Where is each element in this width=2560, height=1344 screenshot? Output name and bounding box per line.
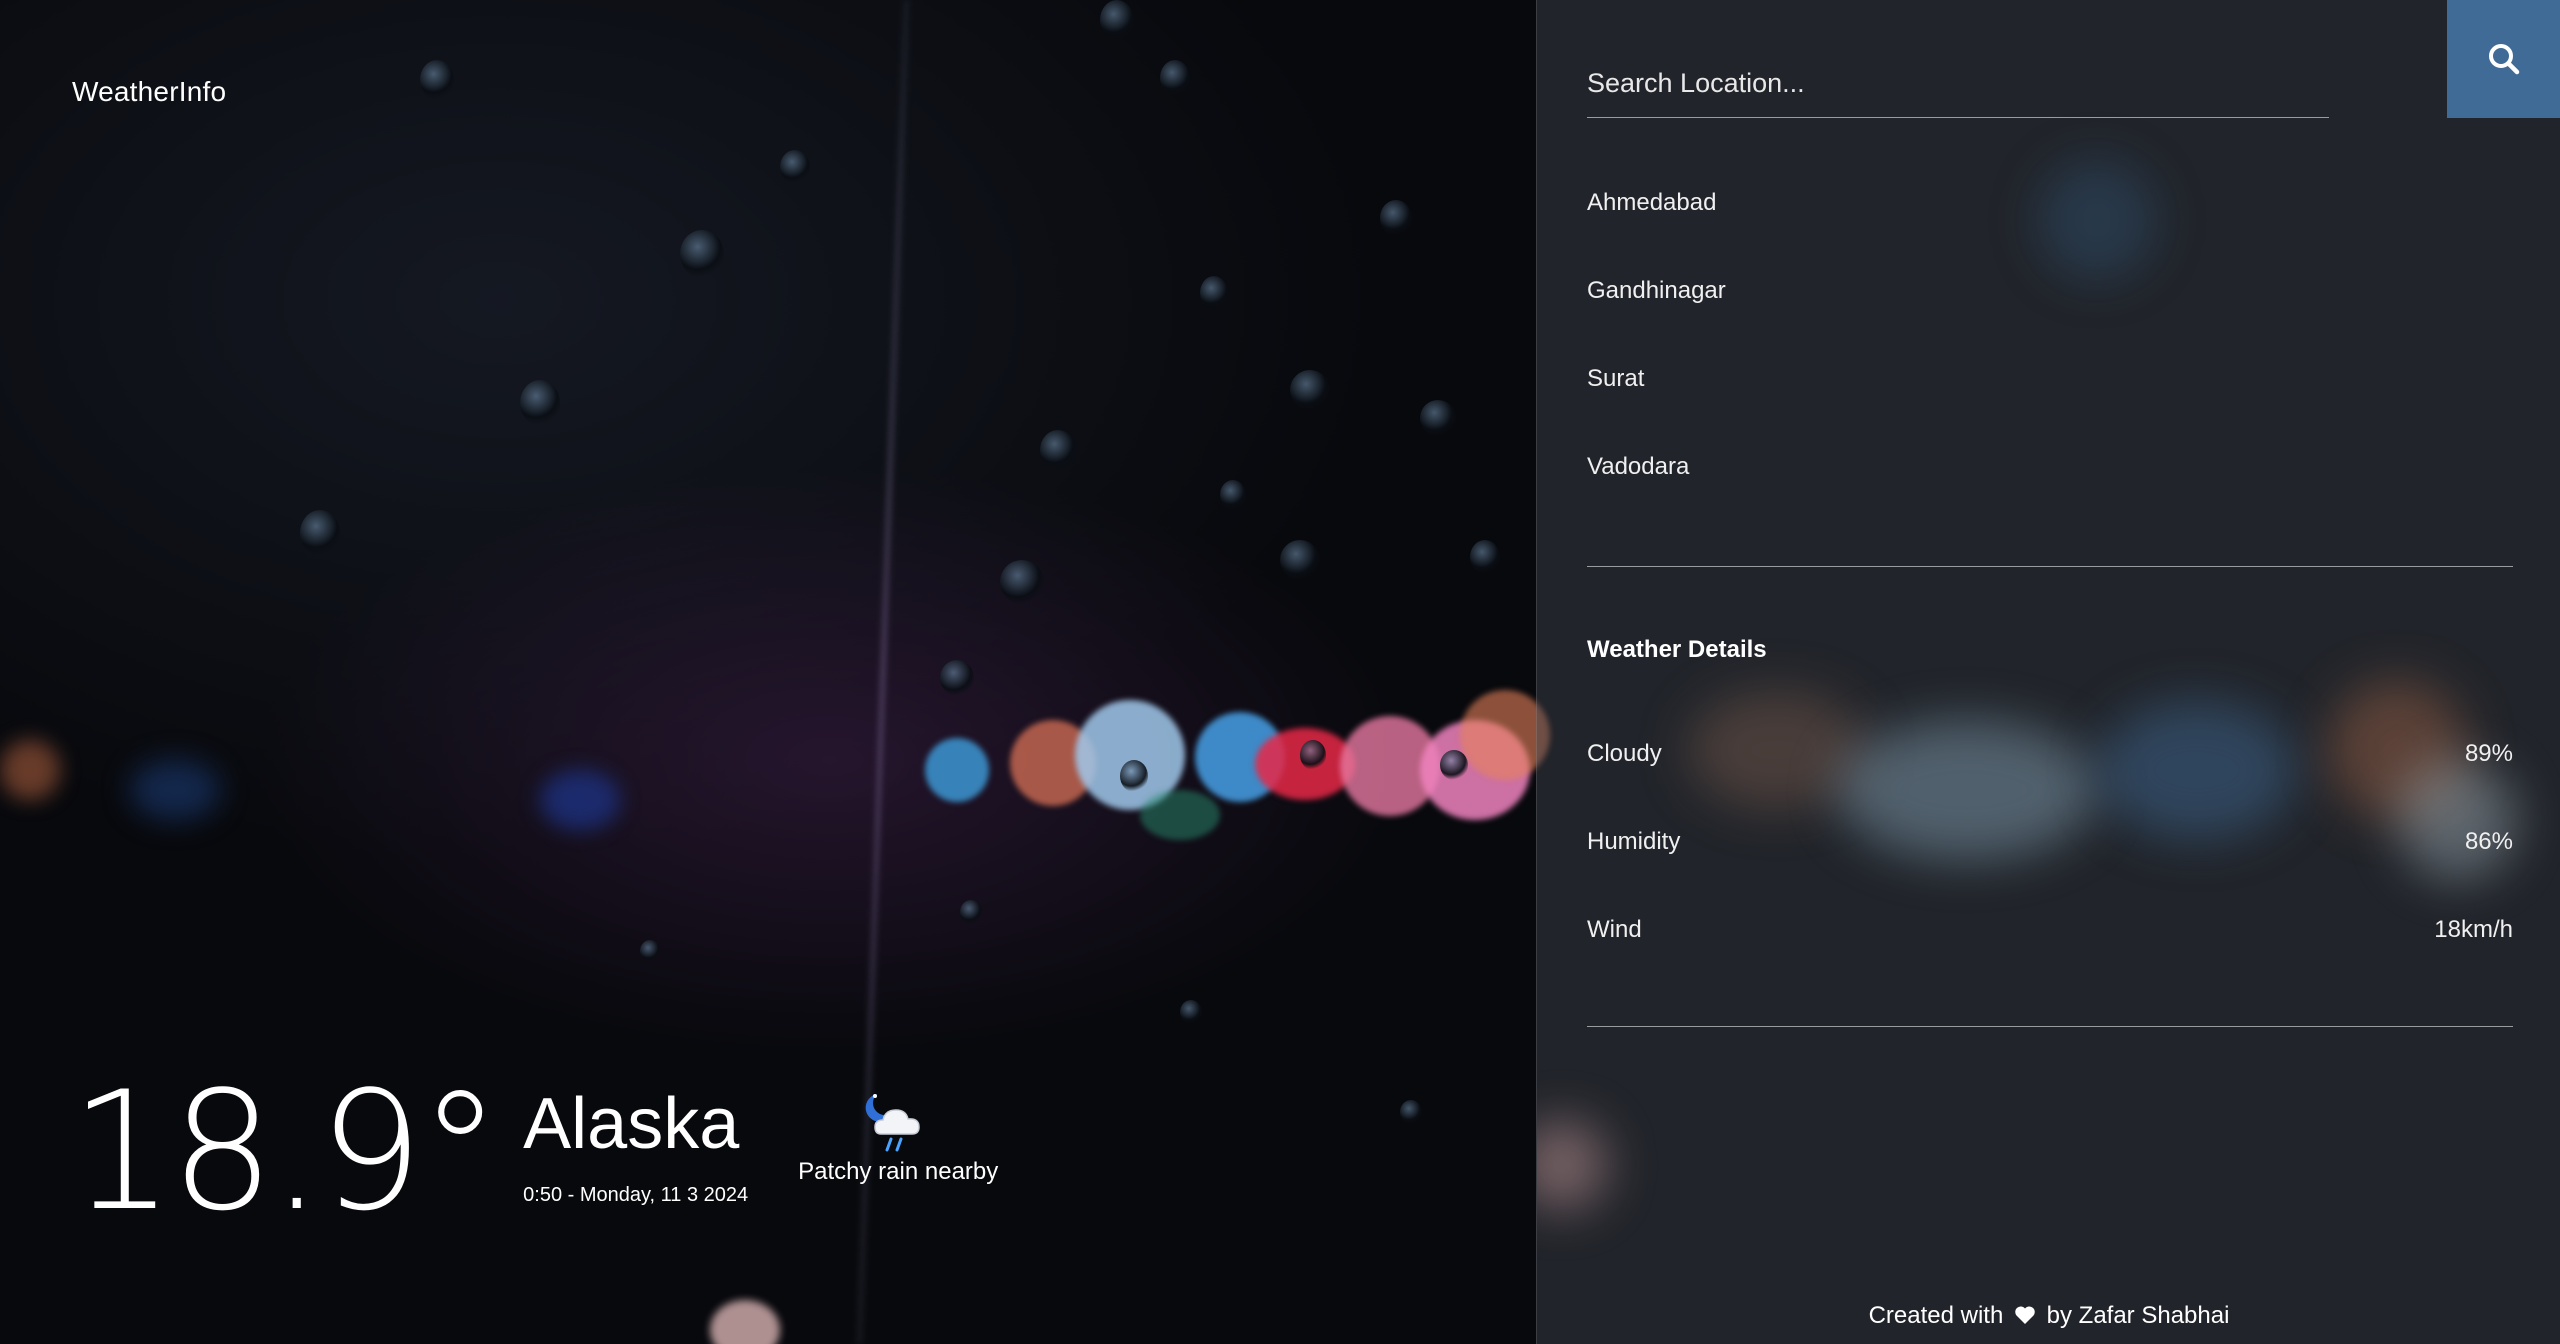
detail-row-humidity: Humidity 86% (1587, 828, 2513, 856)
raindrop (1120, 760, 1148, 792)
brand-logo[interactable]: WeatherInfo (72, 76, 226, 108)
condition-text: Patchy rain nearby (798, 1158, 999, 1185)
detail-value: 89% (2464, 740, 2513, 767)
location-name: Alaska (523, 1084, 740, 1164)
raindrop (780, 150, 810, 184)
raindrop (1200, 276, 1228, 310)
datetime: 0:50 - Monday, 11 3 2024 (523, 1184, 749, 1206)
raindrop (1300, 740, 1326, 770)
footer-credit: Created with by Zafar Shabhai (1537, 1302, 2560, 1330)
search-button[interactable] (2447, 0, 2560, 118)
panel-bokeh (1537, 1120, 1607, 1210)
detail-row-cloudy: Cloudy 89% (1587, 740, 2513, 768)
raindrop (1180, 1000, 1202, 1024)
side-panel: Ahmedabad Gandhinagar Surat Vadodara Wea… (1536, 0, 2560, 1344)
bokeh-light (540, 770, 620, 830)
bokeh-light (710, 1300, 780, 1344)
raindrop (960, 900, 982, 924)
raindrop (1470, 540, 1500, 574)
raindrop (1040, 430, 1076, 470)
bokeh-light (130, 760, 220, 820)
raindrop (1400, 1100, 1422, 1124)
location-item-vadodara[interactable]: Vadodara (1587, 440, 2513, 528)
raindrop (640, 940, 660, 962)
location-item-ahmedabad[interactable]: Ahmedabad (1587, 176, 2513, 264)
divider (1587, 1026, 2513, 1027)
detail-value: 18km/h (2434, 916, 2513, 943)
detail-label: Cloudy (1587, 740, 1662, 767)
detail-row-wind: Wind 18km/h (1587, 916, 2513, 944)
bokeh-light (1140, 790, 1220, 840)
night-cloud-rain-icon (865, 1094, 920, 1152)
weather-details-title: Weather Details (1587, 636, 1767, 663)
raindrop (1000, 560, 1044, 604)
search-icon (2489, 44, 2520, 75)
raindrop (940, 660, 974, 696)
temperature: 18.9° (70, 1056, 501, 1247)
bokeh-light (0, 740, 60, 800)
location-item-gandhinagar[interactable]: Gandhinagar (1587, 264, 2513, 352)
footer-suffix: by Zafar Shabhai (2046, 1302, 2230, 1329)
panel-bokeh (2397, 760, 2517, 880)
bokeh-light (925, 738, 989, 802)
raindrop (1220, 480, 1246, 510)
detail-value: 86% (2464, 828, 2513, 855)
raindrop (1280, 540, 1320, 580)
raindrop (1160, 60, 1190, 96)
detail-label: Wind (1587, 916, 1642, 943)
search-input[interactable] (1587, 62, 2329, 118)
raindrop (520, 380, 560, 426)
raindrop (420, 60, 454, 100)
raindrop (1380, 200, 1412, 236)
raindrop (1290, 370, 1330, 410)
raindrop (1420, 400, 1456, 436)
condition-block: Patchy rain nearby (798, 1090, 998, 1186)
raindrop (300, 510, 340, 556)
raindrop (680, 230, 724, 278)
location-block: Alaska 0:50 - Monday, 11 3 2024 (523, 1088, 748, 1207)
raindrop (1440, 750, 1468, 780)
divider (1587, 566, 2513, 567)
footer-prefix: Created with (1868, 1302, 2004, 1329)
detail-label: Humidity (1587, 828, 1681, 855)
raindrop (1100, 0, 1134, 40)
location-list: Ahmedabad Gandhinagar Surat Vadodara (1587, 176, 2513, 528)
current-weather: 18.9° Alaska 0:50 - Monday, 11 3 2024 Pa… (70, 1070, 998, 1234)
panel-bokeh (2097, 700, 2297, 840)
heart-icon (2015, 1306, 2035, 1324)
location-item-surat[interactable]: Surat (1587, 352, 2513, 440)
